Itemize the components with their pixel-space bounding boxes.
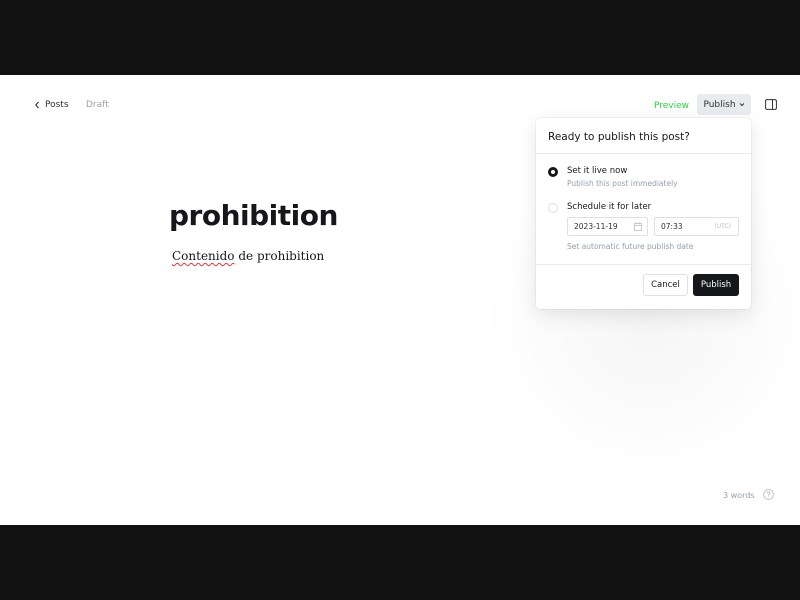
preview-button[interactable]: Preview bbox=[648, 97, 695, 115]
publish-popover-heading: Ready to publish this post? bbox=[536, 118, 751, 154]
letterbox-bottom bbox=[0, 525, 800, 600]
question-circle-icon[interactable] bbox=[763, 489, 774, 500]
schedule-time-value: 07:33 bbox=[661, 222, 683, 231]
publish-menu-label: Publish bbox=[703, 99, 736, 110]
post-title[interactable]: prohibition bbox=[169, 199, 338, 232]
option-now-label: Set it live now bbox=[567, 166, 628, 176]
publish-menu-button[interactable]: Publish bbox=[697, 94, 751, 115]
publish-popover: Ready to publish this post? Set it live … bbox=[536, 118, 751, 309]
post-body-text: de prohibition bbox=[234, 249, 325, 263]
chevron-down-icon bbox=[739, 103, 744, 107]
letterbox-top bbox=[0, 0, 800, 75]
post-status: Draft bbox=[86, 100, 109, 110]
confirm-publish-button[interactable]: Publish bbox=[693, 274, 739, 296]
radio-publish-now[interactable] bbox=[548, 167, 558, 177]
word-count: 3 words bbox=[723, 491, 755, 500]
option-later-label: Schedule it for later bbox=[567, 202, 652, 212]
option-publish-now[interactable]: Set it live now Publish this post immedi… bbox=[548, 166, 678, 188]
chevron-left-icon bbox=[35, 101, 39, 109]
misspelled-word: Contenido bbox=[172, 249, 235, 263]
calendar-icon bbox=[634, 222, 642, 231]
schedule-hint: Set automatic future publish date bbox=[567, 242, 694, 251]
back-to-posts-link[interactable]: Posts bbox=[34, 100, 69, 110]
timezone-label: (UTC) bbox=[714, 223, 731, 230]
option-schedule-later[interactable]: Schedule it for later bbox=[548, 202, 651, 213]
popover-footer-divider bbox=[536, 264, 751, 265]
sidebar-panel-icon[interactable] bbox=[765, 99, 777, 110]
cancel-button[interactable]: Cancel bbox=[643, 274, 688, 296]
schedule-date-value: 2023-11-19 bbox=[574, 222, 618, 231]
schedule-date-input[interactable]: 2023-11-19 bbox=[567, 217, 648, 236]
back-link-label: Posts bbox=[45, 100, 69, 110]
schedule-time-input[interactable]: 07:33 (UTC) bbox=[654, 217, 739, 236]
option-now-description: Publish this post immediately bbox=[567, 179, 678, 188]
radio-schedule-later[interactable] bbox=[548, 203, 558, 213]
post-body[interactable]: Contenido de prohibition bbox=[172, 249, 324, 263]
post-editor: Posts Draft Preview Publish prohibition … bbox=[0, 75, 800, 525]
